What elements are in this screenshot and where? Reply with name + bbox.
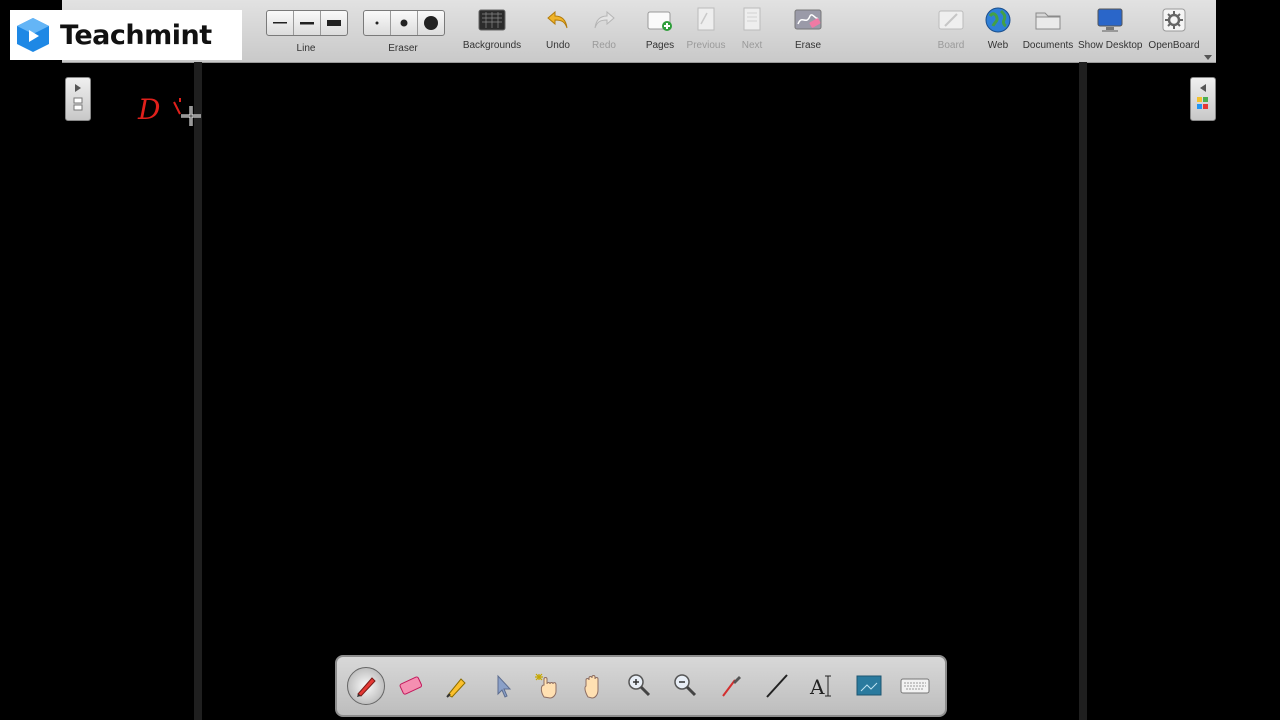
laser-pointer-icon [722,676,741,697]
zoom-in-icon [628,674,651,697]
web-button[interactable]: Web [976,6,1020,51]
board-button[interactable]: Board [928,6,974,51]
ink-annotation: D [136,90,206,130]
eraser-tool-button[interactable] [395,670,427,702]
openboard-menu-button[interactable]: OpenBoard [1148,6,1200,51]
gear-icon [1160,6,1188,34]
selector-tool-button[interactable] [487,670,519,702]
line-tool-icon [766,674,788,698]
next-page-button[interactable]: Next [730,6,774,51]
undo-label: Undo [546,40,570,51]
line-medium-button[interactable] [294,11,321,35]
eraser-medium-button[interactable] [391,11,418,35]
zoom-out-icon [674,674,697,697]
pages-label: Pages [645,40,675,51]
arrow-pointer-icon [497,674,512,698]
laser-pointer-tool-button[interactable] [715,670,747,702]
desktop-monitor-icon [1096,6,1124,34]
show-desktop-label: Show Desktop [1078,40,1143,51]
undo-button[interactable]: Undo [536,6,580,51]
page-thumbnails-icon [73,84,83,111]
left-drawer-toggle[interactable] [65,77,91,121]
web-label: Web [987,40,1009,51]
interact-hand-icon [535,673,557,699]
folder-icon [1034,6,1062,34]
redo-button[interactable]: Redo [582,6,626,51]
eraser-size-selector [363,10,445,36]
documents-label: Documents [1022,40,1074,51]
line-thin-button[interactable] [267,11,294,35]
eraser-icon [399,676,423,695]
capture-tool-button[interactable] [853,670,885,702]
previous-label: Previous [686,40,726,51]
line-tool-button[interactable] [761,670,793,702]
zoom-in-tool-button[interactable] [623,670,655,702]
previous-page-button[interactable]: Previous [684,6,728,51]
hand-tool-button[interactable] [577,670,609,702]
chevron-down-icon[interactable] [1204,48,1212,66]
redo-icon [590,6,618,34]
svg-text:A: A [809,675,825,699]
crosshair-cursor-icon [181,106,201,126]
zoom-out-tool-button[interactable] [669,670,701,702]
right-drawer-toggle[interactable] [1190,77,1216,121]
line-thick-button[interactable] [321,11,347,35]
line-width-selector [266,10,348,36]
keyboard-icon [900,678,930,694]
text-tool-button[interactable]: A [807,670,839,702]
eraser-large-button[interactable] [418,11,444,35]
documents-button[interactable]: Documents [1022,6,1074,51]
openboard-label: OpenBoard [1148,40,1200,51]
text-tool-icon: A [809,675,831,699]
undo-icon [544,6,572,34]
teachmint-logo-icon [17,18,49,52]
board-left-edge [194,62,202,720]
library-icon [1197,84,1208,109]
eraser-small-button[interactable] [364,11,391,35]
eraser-label: Eraser [388,43,418,54]
erase-label: Erase [794,40,822,51]
hand-icon [584,675,599,699]
board-right-edge [1079,62,1087,720]
highlighter-icon [446,678,466,698]
next-page-icon [738,6,766,34]
show-desktop-button[interactable]: Show Desktop [1078,6,1142,51]
previous-page-icon [692,6,720,34]
erase-page-button[interactable]: Erase [786,6,830,51]
next-label: Next [741,40,763,51]
teachmint-logo: Teachmint [10,10,242,60]
globe-icon [984,6,1012,34]
redo-label: Redo [592,40,616,51]
interact-tool-button[interactable] [531,670,563,702]
board-label: Board [937,40,965,51]
capture-screen-icon [856,675,882,696]
pages-button[interactable]: Pages [638,6,682,51]
line-label: Line [296,43,316,54]
marker-tool-button[interactable] [441,670,473,702]
erase-page-icon [794,6,822,34]
brand-name: Teachmint [60,19,212,51]
right-black-strip [1216,0,1280,62]
backgrounds-label: Backgrounds [462,40,522,51]
stylus-palette: A [335,655,947,717]
pen-icon [357,677,376,697]
virtual-keyboard-button[interactable] [899,670,931,702]
backgrounds-icon [478,6,506,34]
backgrounds-button[interactable]: Backgrounds [460,6,524,51]
add-page-icon [646,6,674,34]
board-icon [937,6,965,34]
pen-tool-button[interactable] [347,667,385,705]
